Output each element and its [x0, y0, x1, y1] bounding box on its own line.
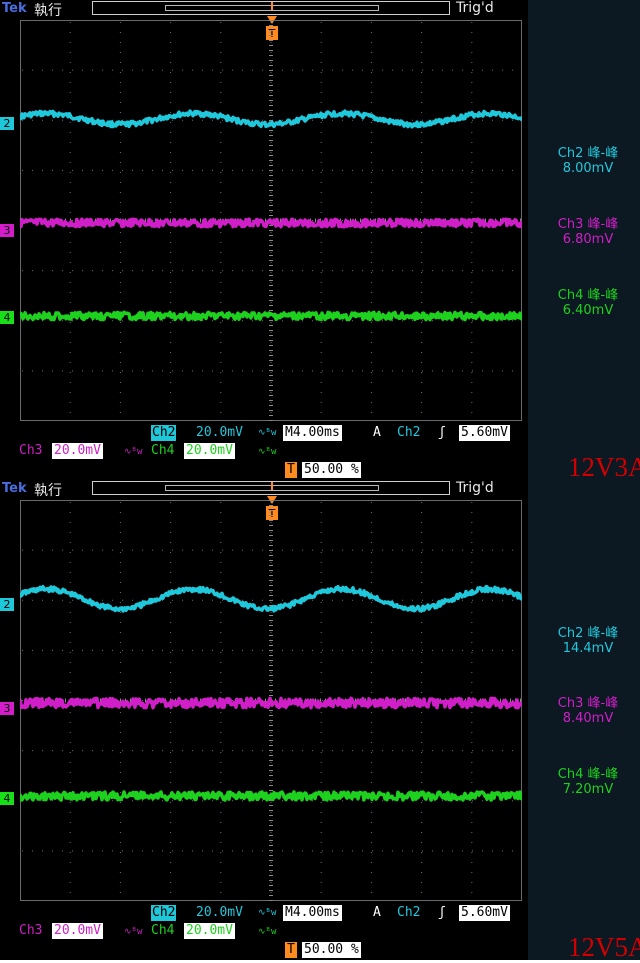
ch3-bandwidth-icon: ∿ᴮw — [124, 447, 143, 457]
ch3-measure-value: 6.80mV — [562, 232, 614, 247]
ch2-measurement: Ch2 峰-峰 14.4mV — [540, 622, 636, 656]
ch2-tag[interactable]: Ch2 — [151, 425, 177, 441]
ch3-measurement: Ch3 峰-峰 8.40mV — [540, 692, 636, 726]
ch3-tag[interactable]: Ch3 — [19, 443, 42, 459]
ch4-tag[interactable]: Ch4 — [151, 443, 174, 459]
top-status-bar: Tek 執行 Trig'd — [0, 480, 528, 499]
ch3-measure-value: 8.40mV — [562, 711, 614, 726]
ch4-waveform — [20, 310, 522, 322]
bottom-status-bar: Ch2 20.0mV ∿ᴮw M4.00ms A Ch2 ʃ 5.60mV Ch… — [0, 424, 528, 480]
ch2-scale[interactable]: 20.0mV — [196, 425, 243, 441]
ch2-measure-label: Ch2 峰-峰 — [557, 146, 619, 161]
ch4-bandwidth-icon: ∿ᴮw — [258, 447, 277, 457]
ch4-measure-label: Ch4 峰-峰 — [557, 767, 619, 782]
ch4-measurement: Ch4 峰-峰 7.20mV — [540, 763, 636, 797]
trigger-position-tag: T — [285, 942, 297, 958]
ch2-bandwidth-icon: ∿ᴮw — [258, 908, 277, 918]
ch3-tag[interactable]: Ch3 — [19, 923, 42, 939]
trigger-level[interactable]: 5.60mV — [459, 425, 510, 441]
trigger-source[interactable]: Ch2 — [397, 905, 420, 921]
ch3-bandwidth-icon: ∿ᴮw — [124, 927, 143, 937]
ch4-measurement: Ch4 峰-峰 6.40mV — [540, 284, 636, 318]
ch4-ground-marker[interactable]: 4 — [0, 311, 14, 324]
ch2-bandwidth-icon: ∿ᴮw — [258, 428, 277, 438]
ch2-ground-marker[interactable]: 2 — [0, 117, 14, 130]
trigger-position[interactable]: 50.00 % — [302, 942, 361, 958]
scope-screen-2: Tek 執行 Trig'd T 2 3 4 Ch2 峰-峰 14.4mV Ch3… — [0, 480, 640, 962]
brand-logo: Tek — [2, 1, 27, 16]
ch2-measure-label: Ch2 峰-峰 — [557, 626, 619, 641]
trigger-level[interactable]: 5.60mV — [459, 905, 510, 921]
run-state: 執行 — [34, 3, 62, 19]
ch4-scale[interactable]: 20.0mV — [184, 923, 235, 939]
ch4-measure-value: 6.40mV — [562, 303, 614, 318]
condition-note: 12V3A — [568, 452, 640, 482]
ch4-measure-label: Ch4 峰-峰 — [557, 288, 619, 303]
ch2-ground-marker[interactable]: 2 — [0, 598, 14, 611]
trigger-status: Trig'd — [456, 480, 494, 496]
ch3-waveform — [20, 217, 522, 229]
ch2-tag[interactable]: Ch2 — [151, 905, 177, 921]
ch4-tag[interactable]: Ch4 — [151, 923, 174, 939]
ch3-ground-marker[interactable]: 3 — [0, 224, 14, 237]
timebase[interactable]: M4.00ms — [283, 425, 342, 441]
run-state: 執行 — [34, 483, 62, 499]
ch2-scale[interactable]: 20.0mV — [196, 905, 243, 921]
ch4-waveform — [20, 790, 522, 802]
scope-screen-1: Tek 執行 Trig'd T 2 3 4 Ch2 峰-峰 8.00mV Ch3… — [0, 0, 640, 482]
waveform-area — [20, 584, 522, 802]
trigger-mode: A — [373, 905, 381, 920]
ch3-measure-label: Ch3 峰-峰 — [557, 696, 619, 711]
trigger-mode: A — [373, 425, 381, 440]
bottom-status-bar: Ch2 20.0mV ∿ᴮw M4.00ms A Ch2 ʃ 5.60mV Ch… — [0, 904, 528, 960]
ch3-ground-marker[interactable]: 3 — [0, 702, 14, 715]
ch2-measure-value: 14.4mV — [562, 641, 614, 656]
ch4-scale[interactable]: 20.0mV — [184, 443, 235, 459]
waveform-area — [20, 109, 522, 322]
ch4-measure-value: 7.20mV — [562, 782, 614, 797]
ch2-measure-value: 8.00mV — [562, 161, 614, 176]
top-status-bar: Tek 執行 Trig'd — [0, 0, 528, 19]
brand-logo: Tek — [2, 481, 27, 496]
trigger-slope-icon: ʃ — [438, 905, 446, 920]
ch3-scale[interactable]: 20.0mV — [52, 923, 103, 939]
ch2-measurement: Ch2 峰-峰 8.00mV — [540, 142, 636, 176]
ch3-scale[interactable]: 20.0mV — [52, 443, 103, 459]
trigger-status: Trig'd — [456, 0, 494, 16]
ch3-measure-label: Ch3 峰-峰 — [557, 217, 619, 232]
ch2-waveform — [20, 109, 522, 129]
ch4-ground-marker[interactable]: 4 — [0, 792, 14, 805]
ch3-waveform — [20, 696, 522, 710]
ch2-waveform — [20, 584, 522, 613]
condition-note: 12V5A — [568, 932, 640, 962]
trigger-slope-icon: ʃ — [438, 425, 446, 440]
ch3-measurement: Ch3 峰-峰 6.80mV — [540, 213, 636, 247]
trigger-position-tag: T — [285, 462, 297, 478]
timebase[interactable]: M4.00ms — [283, 905, 342, 921]
trigger-position[interactable]: 50.00 % — [302, 462, 361, 478]
ch4-bandwidth-icon: ∿ᴮw — [258, 927, 277, 937]
trigger-source[interactable]: Ch2 — [397, 425, 420, 441]
